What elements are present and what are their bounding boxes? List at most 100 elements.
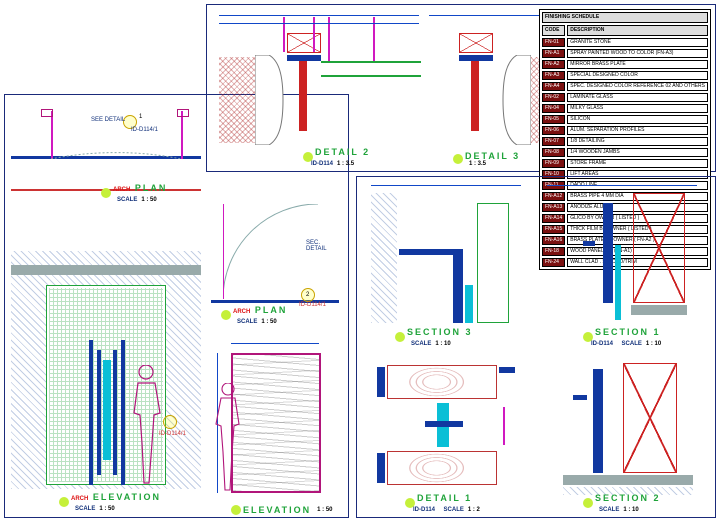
s2-door xyxy=(623,363,677,473)
schedule-row: FN-A4SPEC. DESIGNED COLOR REFERENCE 02 A… xyxy=(542,82,708,91)
schedule-desc: SPRAY PAINTED WOOD TO COLOR (FN-A3) xyxy=(567,49,708,58)
callout-ref: ID-D114/1 xyxy=(131,127,158,133)
schedule-code: FN-01 xyxy=(542,38,565,47)
title-section-3: SECTION 3 SCALE1 : 10 xyxy=(395,327,473,347)
wood-top xyxy=(387,365,497,399)
schedule-code: FN-A1 xyxy=(542,49,565,58)
dot-icon xyxy=(101,188,111,198)
title-plan-1: ARCH PLAN SCALE1 : 50 xyxy=(101,183,167,203)
view-plan-2: SEC. DETAIL 2 ARCH PLAN SCALE1 : 50 ID-D… xyxy=(211,200,341,325)
schedule-row: FN-01GRANITE STONE xyxy=(542,38,708,47)
schedule-row: FN-A3SPECIAL DESIGNED COLOR xyxy=(542,71,708,80)
schedule-row: FN-071/8 DETAILING xyxy=(542,137,708,146)
schedule-desc: GRANITE STONE xyxy=(567,38,708,47)
schedule-row: FN-06ALUM. SEPARATION PROFILES xyxy=(542,126,708,135)
s1-sill xyxy=(631,305,687,315)
rail-r xyxy=(113,350,117,475)
dim-h xyxy=(231,343,319,344)
s3-wall xyxy=(371,193,397,323)
s1-dim xyxy=(547,185,697,186)
wood-bot xyxy=(387,451,497,485)
schedule-desc: 1/8 DETAILING xyxy=(567,137,708,146)
hardware xyxy=(425,403,465,447)
top-right-sheet: DETAIL 2 ID-D1141 : 3.5 DETAIL 3 1 : 3.5… xyxy=(206,4,716,172)
s1-frame xyxy=(603,203,613,303)
view-section-1: SECTION 1 ID-D114 SCALE1 : 10 xyxy=(543,185,708,347)
door-leaf xyxy=(231,353,321,493)
s1-door xyxy=(633,193,685,303)
section-box-l xyxy=(287,33,321,53)
schedule-title: FINISHING SCHEDULE xyxy=(542,12,708,23)
callout-2-num: 2 xyxy=(306,292,309,298)
view-detail-2: DETAIL 2 ID-D1141 : 3.5 xyxy=(213,11,429,167)
view-plan-1: SEE DETAIL 1 ID-D114/1 ARCH PLAN SCALE1 … xyxy=(11,101,201,201)
d1-leader xyxy=(503,407,505,445)
schedule-desc: SPEC. DESIGNED COLOR REFERENCE 02 AND OT… xyxy=(567,82,708,91)
title-detail-3: DETAIL 3 1 : 3.5 xyxy=(453,151,520,167)
dot-icon xyxy=(231,505,241,515)
dot-icon xyxy=(453,154,463,164)
title-elevation-2: ELEVATION 1 : 50 xyxy=(231,505,333,515)
frame-r xyxy=(121,340,125,485)
s2-frame xyxy=(593,369,603,473)
callout-ref-2: ID-D114/1 xyxy=(299,302,326,308)
view-section-3: SECTION 3 SCALE1 : 10 xyxy=(365,185,529,347)
stem-l xyxy=(299,61,307,131)
lintel xyxy=(11,265,201,275)
schedule-row: FN-02LAMINATE GLASS xyxy=(542,93,708,102)
s3-panel xyxy=(477,203,509,323)
title-section-2: SECTION 2 SCALE1 : 10 xyxy=(583,493,661,513)
schedule-code: FN-04 xyxy=(542,104,565,113)
sec-detail-label: SEC. DETAIL xyxy=(306,240,341,252)
jamb-left xyxy=(41,109,53,117)
schedule-code: FN-08 xyxy=(542,148,565,157)
s3-glass xyxy=(465,285,473,323)
handle-bar xyxy=(103,360,111,460)
schedule-code: FN-07 xyxy=(542,137,565,146)
schedule-desc: SILICON xyxy=(567,115,708,124)
title-elevation-1: ARCH ELEVATION SCALE1 : 50 xyxy=(59,492,161,512)
schedule-desc: SPECIAL DESIGNED COLOR xyxy=(567,71,708,80)
schedule-desc: LAMINATE GLASS xyxy=(567,93,708,102)
view-detail-1: DETAIL 1 ID-D114 SCALE1 : 2 xyxy=(365,355,529,513)
schedule-desc: MIRROR BRASS PLATE xyxy=(567,60,708,69)
schedule-header-desc: DESCRIPTION xyxy=(567,25,708,36)
title-detail-1: DETAIL 1 ID-D114 SCALE1 : 2 xyxy=(405,493,480,513)
d1-tag-1 xyxy=(377,367,385,397)
s1-tag xyxy=(583,241,595,246)
jamb-right xyxy=(177,109,189,117)
schedule-row: FN-04MILKY GLASS xyxy=(542,104,708,113)
person-icon-2 xyxy=(213,383,243,493)
s3-dim xyxy=(371,185,521,186)
dot-icon xyxy=(59,497,69,507)
schedule-code: FN-05 xyxy=(542,115,565,124)
title-detail-2: DETAIL 2 ID-D1141 : 3.5 xyxy=(303,147,370,167)
stem-r xyxy=(471,61,479,131)
view-elevation-1: ID-D114/1 ARCH ELEVATION SCALE1 : 50 xyxy=(11,245,201,510)
strike xyxy=(425,421,463,427)
detail-callout-text: SEE DETAIL xyxy=(91,117,125,123)
schedule-desc: STORE FRAME xyxy=(567,159,708,168)
s3-stile xyxy=(453,249,463,323)
schedule-row: FN-A2MIRROR BRASS PLATE xyxy=(542,60,708,69)
schedule-row: FN-A1SPRAY PAINTED WOOD TO COLOR (FN-A3) xyxy=(542,49,708,58)
elev-callout-ref: ID-D114/1 xyxy=(159,431,186,437)
dim-top2 xyxy=(219,23,419,24)
frame-l xyxy=(89,340,93,485)
d1-tag-3 xyxy=(377,453,385,483)
schedule-header-code: CODE xyxy=(542,25,565,36)
schedule-desc: MILKY GLASS xyxy=(567,104,708,113)
bottom-right-sheet: SECTION 3 SCALE1 : 10 SECTION 1 ID-D114 … xyxy=(356,176,716,518)
schedule-code: FN-A4 xyxy=(542,82,565,91)
rail xyxy=(321,61,421,77)
schedule-code: FN-02 xyxy=(542,93,565,102)
schedule-row: FN-081/4 WOODEN JAMBS xyxy=(542,148,708,157)
title-plan-2: ARCH PLAN SCALE1 : 50 xyxy=(221,305,287,325)
schedule-row: FN-05SILICON xyxy=(542,115,708,124)
title-section-1: SECTION 1 ID-D114 SCALE1 : 10 xyxy=(583,327,661,347)
person-icon xyxy=(129,365,164,485)
dim-top xyxy=(219,15,419,16)
schedule-code: FN-A3 xyxy=(542,71,565,80)
door-arc-2-icon xyxy=(223,204,318,299)
elev-callout-icon xyxy=(163,415,177,429)
